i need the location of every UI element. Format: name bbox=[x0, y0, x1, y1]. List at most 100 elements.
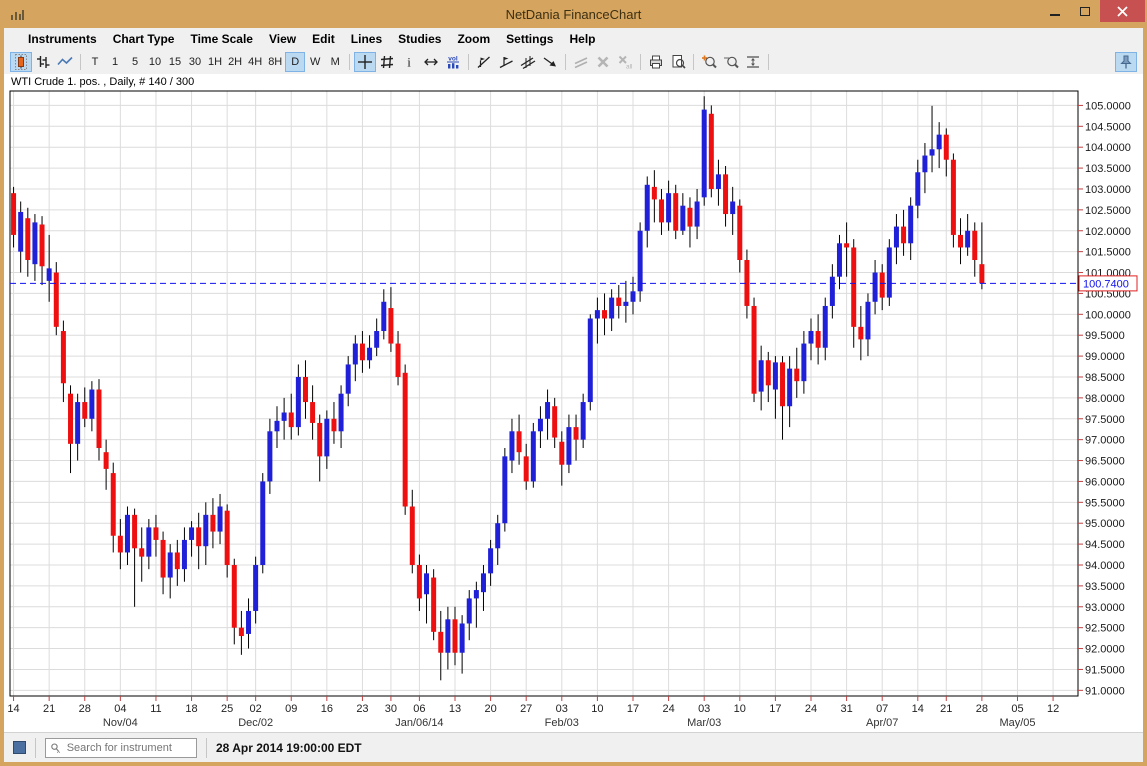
toolbar-separator bbox=[768, 54, 769, 70]
candle bbox=[559, 442, 564, 465]
menu-chart-type[interactable]: Chart Type bbox=[105, 32, 183, 46]
toolbar-zoom-in-button[interactable] bbox=[698, 52, 720, 72]
volume-icon: vol bbox=[445, 54, 461, 70]
print-icon bbox=[648, 54, 664, 70]
maximize-button[interactable] bbox=[1070, 0, 1100, 22]
chart-instrument-label: WTI Crude 1. pos. , Daily, # 140 / 300 bbox=[4, 74, 1143, 90]
menu-instruments[interactable]: Instruments bbox=[20, 32, 105, 46]
candle bbox=[709, 114, 714, 189]
candle bbox=[915, 172, 920, 205]
toolbar-timescale-weekly-button[interactable]: W bbox=[305, 52, 325, 72]
print-preview-icon bbox=[670, 54, 686, 70]
toolbar-print-preview-button[interactable] bbox=[667, 52, 689, 72]
toolbar-timescale-daily-button[interactable]: D bbox=[285, 52, 305, 72]
y-axis-label: 104.0000 bbox=[1085, 142, 1131, 154]
toolbar-pin-chart-button[interactable] bbox=[1115, 52, 1137, 72]
candle bbox=[901, 227, 906, 244]
toolbar-channel-button[interactable] bbox=[517, 52, 539, 72]
menu-edit[interactable]: Edit bbox=[304, 32, 343, 46]
x-axis-label: 23 bbox=[356, 703, 368, 715]
toolbar-zoom-out-button[interactable] bbox=[720, 52, 742, 72]
toolbar-volume-button[interactable]: vol bbox=[442, 52, 464, 72]
expand-horizontal-icon bbox=[423, 54, 439, 70]
menu-studies[interactable]: Studies bbox=[390, 32, 449, 46]
instrument-search-box[interactable] bbox=[45, 738, 197, 758]
toolbar-timescale-monthly-button[interactable]: M bbox=[325, 52, 345, 72]
menu-time-scale[interactable]: Time Scale bbox=[182, 32, 260, 46]
candle bbox=[25, 218, 30, 260]
chart-panel: WTI Crude 1. pos. , Daily, # 140 / 300 1… bbox=[4, 74, 1143, 732]
candle bbox=[595, 310, 600, 318]
svg-text:vol: vol bbox=[449, 56, 459, 63]
candle bbox=[965, 231, 970, 248]
minimize-button[interactable] bbox=[1040, 0, 1070, 22]
parallel-lines-icon bbox=[573, 54, 589, 70]
toolbar-timescale-tick-button[interactable]: T bbox=[85, 52, 105, 72]
titlebar[interactable]: NetDania FinanceChart bbox=[0, 0, 1147, 28]
menu-help[interactable]: Help bbox=[561, 32, 603, 46]
candle bbox=[944, 135, 949, 160]
close-button[interactable] bbox=[1100, 0, 1145, 22]
toolbar-ray-arrow-button[interactable] bbox=[539, 52, 561, 72]
trendline2-icon bbox=[498, 54, 514, 70]
menu-zoom[interactable]: Zoom bbox=[449, 32, 498, 46]
toolbar-parallel-lines-button[interactable] bbox=[570, 52, 592, 72]
candle bbox=[481, 573, 486, 592]
candle bbox=[353, 344, 358, 365]
toolbar-timescale-1min-button[interactable]: 1 bbox=[105, 52, 125, 72]
candle bbox=[673, 193, 678, 231]
x-axis-label: 28 bbox=[976, 703, 988, 715]
candle bbox=[453, 619, 458, 652]
menu-view[interactable]: View bbox=[261, 32, 304, 46]
toolbar-timescale-5min-button[interactable]: 5 bbox=[125, 52, 145, 72]
toolbar-timescale-4hour-button[interactable]: 4H bbox=[245, 52, 265, 72]
toolbar-delete-all-lines-button[interactable]: all bbox=[614, 52, 636, 72]
toolbar-crosshair-button[interactable] bbox=[354, 52, 376, 72]
candle bbox=[951, 160, 956, 235]
toolbar-candlestick-chart-button[interactable] bbox=[10, 52, 32, 72]
candle bbox=[631, 291, 636, 301]
candle bbox=[32, 222, 37, 264]
candle bbox=[930, 149, 935, 155]
toolbar-trend-line-button[interactable] bbox=[473, 52, 495, 72]
candle bbox=[773, 362, 778, 389]
candle bbox=[659, 199, 664, 222]
connection-status-icon bbox=[13, 741, 26, 754]
y-axis-label: 96.0000 bbox=[1085, 476, 1125, 488]
grid-icon bbox=[379, 54, 395, 70]
candle bbox=[687, 208, 692, 227]
toolbar-print-button[interactable] bbox=[645, 52, 667, 72]
candle bbox=[716, 174, 721, 189]
price-chart[interactable]: 105.0000104.5000104.0000103.5000103.0000… bbox=[4, 90, 1143, 732]
menu-lines[interactable]: Lines bbox=[343, 32, 390, 46]
delete-all-icon: all bbox=[617, 54, 633, 70]
candle bbox=[146, 527, 151, 556]
candle bbox=[830, 277, 835, 306]
toolbar-fit-vertical-button[interactable] bbox=[742, 52, 764, 72]
x-axis-label: 09 bbox=[285, 703, 297, 715]
toolbar-timescale-10min-button[interactable]: 10 bbox=[145, 52, 165, 72]
toolbar-ohlc-bars-button[interactable] bbox=[32, 52, 54, 72]
candle bbox=[908, 206, 913, 244]
toolbar-timescale-30min-button[interactable]: 30 bbox=[185, 52, 205, 72]
toolbar-timescale-2hour-button[interactable]: 2H bbox=[225, 52, 245, 72]
zoom-in-icon bbox=[701, 54, 717, 70]
search-input[interactable] bbox=[65, 741, 192, 755]
toolbar-delete-line-button[interactable] bbox=[592, 52, 614, 72]
toolbar-timescale-8hour-button[interactable]: 8H bbox=[265, 52, 285, 72]
candle bbox=[574, 427, 579, 440]
candle bbox=[837, 243, 842, 276]
toolbar-line-chart-button[interactable] bbox=[54, 52, 76, 72]
toolbar-timescale-15min-button[interactable]: 15 bbox=[165, 52, 185, 72]
candle bbox=[82, 402, 87, 419]
menu-settings[interactable]: Settings bbox=[498, 32, 561, 46]
toolbar-info-button[interactable]: i bbox=[398, 52, 420, 72]
candle bbox=[695, 202, 700, 227]
candle bbox=[153, 527, 158, 540]
x-axis-label: 03 bbox=[698, 703, 710, 715]
candle bbox=[566, 427, 571, 465]
toolbar-grid-button[interactable] bbox=[376, 52, 398, 72]
toolbar-trend-line-2-button[interactable] bbox=[495, 52, 517, 72]
toolbar-timescale-1hour-button[interactable]: 1H bbox=[205, 52, 225, 72]
toolbar-expand-horizontal-button[interactable] bbox=[420, 52, 442, 72]
